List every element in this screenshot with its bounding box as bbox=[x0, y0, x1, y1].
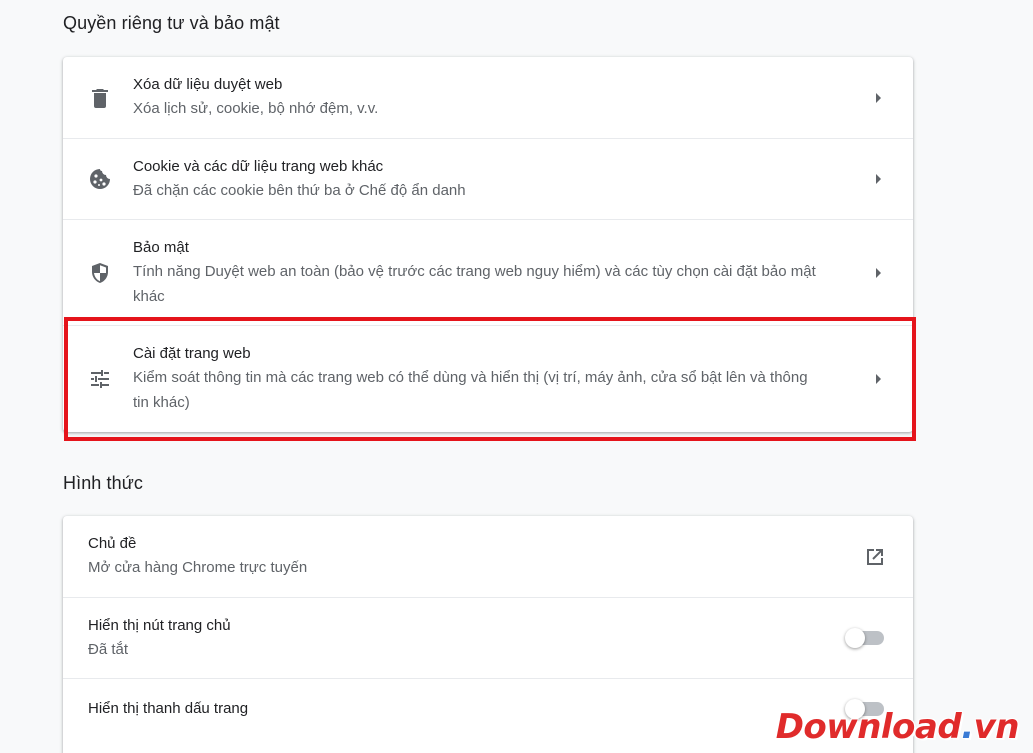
cookies-sub: Đã chặn các cookie bên thứ ba ở Chế độ ẩ… bbox=[133, 181, 466, 199]
appearance-section-title: Hình thức bbox=[63, 473, 143, 493]
clear-browsing-data-label: Xóa dữ liệu duyệt web bbox=[133, 76, 283, 93]
cookies-label: Cookie và các dữ liệu trang web khác bbox=[133, 157, 384, 175]
privacy-card: Xóa dữ liệu duyệt web Xóa lịch sử, cooki… bbox=[63, 57, 913, 432]
clear-browsing-data-row[interactable]: Xóa dữ liệu duyệt web Xóa lịch sử, cooki… bbox=[63, 57, 913, 138]
bookmarks-bar-label: Hiển thị thanh dấu trang bbox=[88, 699, 249, 717]
arrow-right-icon bbox=[876, 267, 881, 278]
theme-sub: Mở cửa hàng Chrome trực tuyến bbox=[88, 559, 308, 576]
theme-row[interactable]: Chủ đề Mở cửa hàng Chrome trực tuyến bbox=[63, 516, 913, 597]
arrow-right-icon bbox=[876, 374, 881, 384]
security-label: Bảo mật bbox=[133, 238, 189, 256]
site-settings-label: Cài đặt trang web bbox=[133, 345, 251, 362]
shield-icon bbox=[87, 260, 113, 286]
download-vn-watermark: Download.vn bbox=[775, 707, 1020, 747]
home-button-row[interactable]: Hiển thị nút trang chủ Đã tắt bbox=[63, 597, 913, 678]
site-settings-sub: Kiểm soát thông tin mà các trang web có … bbox=[133, 369, 808, 411]
security-sub: Tính năng Duyệt web an toàn (bảo vệ trướ… bbox=[133, 262, 816, 305]
arrow-right-icon bbox=[876, 174, 881, 184]
clear-browsing-data-sub: Xóa lịch sử, cookie, bộ nhớ đệm, v.v. bbox=[133, 100, 379, 117]
tune-icon bbox=[87, 366, 113, 392]
open-in-new-icon[interactable] bbox=[864, 546, 886, 568]
trash-icon bbox=[87, 85, 113, 111]
site-settings-row[interactable]: Cài đặt trang web Kiểm soát thông tin mà… bbox=[63, 325, 913, 432]
home-button-sub: Đã tắt bbox=[88, 640, 129, 658]
toggle-knob bbox=[845, 628, 865, 648]
watermark-ext: vn bbox=[973, 707, 1020, 747]
security-row[interactable]: Bảo mật Tính năng Duyệt web an toàn (bảo… bbox=[63, 219, 913, 325]
theme-label: Chủ đề bbox=[88, 535, 137, 552]
privacy-section-title: Quyền riêng tư và bảo mật bbox=[63, 13, 280, 33]
cookie-icon bbox=[87, 166, 113, 192]
watermark-dot: . bbox=[961, 707, 974, 747]
cookies-row[interactable]: Cookie và các dữ liệu trang web khác Đã … bbox=[63, 138, 913, 219]
arrow-right-icon bbox=[876, 92, 881, 103]
home-button-toggle[interactable] bbox=[845, 628, 884, 648]
watermark-main: Download bbox=[775, 707, 962, 747]
home-button-label: Hiển thị nút trang chủ bbox=[88, 616, 231, 634]
